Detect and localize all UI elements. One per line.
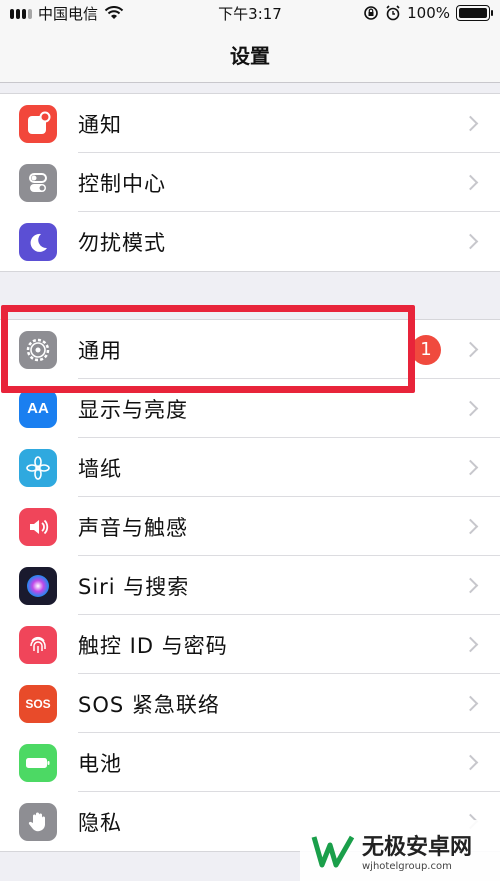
page-title: 设置 — [230, 43, 270, 68]
notification-badge: 1 — [411, 334, 441, 365]
carrier-label: 中国电信 — [38, 4, 99, 23]
chevron-right-icon — [462, 754, 479, 771]
settings-row-notifications[interactable]: 通知 — [0, 94, 500, 153]
status-bar: 中国电信 下午3:17 100% — [0, 0, 500, 26]
row-label: 控制中心 — [78, 171, 166, 196]
chevron-right-icon — [462, 459, 479, 476]
settings-group-1: 通知 控制中心 勿扰模式 — [0, 93, 500, 272]
watermark-logo-icon — [311, 835, 355, 867]
settings-group-2: 通用 1 AA 显示与亮度 墙纸 声音与触感 Siri 与搜索 触控 ID 与密… — [0, 319, 500, 852]
row-label: 电池 — [78, 751, 122, 776]
chevron-right-icon — [462, 115, 479, 132]
settings-row-siri[interactable]: Siri 与搜索 — [0, 556, 500, 615]
row-label: Siri 与搜索 — [78, 574, 190, 599]
settings-row-wallpaper[interactable]: 墙纸 — [0, 438, 500, 497]
row-label: 勿扰模式 — [78, 230, 166, 255]
watermark: 无极安卓网 wjhotelgroup.com — [300, 820, 500, 881]
battery-icon — [19, 743, 57, 782]
siri-icon — [19, 566, 57, 605]
wifi-icon — [104, 6, 124, 19]
settings-row-emergency-sos[interactable]: SOS SOS 紧急联络 — [0, 674, 500, 733]
chevron-right-icon — [462, 577, 479, 594]
control-center-icon — [19, 163, 57, 202]
watermark-url: wjhotelgroup.com — [362, 861, 452, 872]
sos-icon: SOS — [19, 684, 57, 723]
settings-row-control-center[interactable]: 控制中心 — [0, 153, 500, 212]
settings-row-sounds[interactable]: 声音与触感 — [0, 497, 500, 556]
row-label: 通用 — [78, 338, 122, 363]
chevron-right-icon — [462, 341, 479, 358]
row-label: 隐私 — [78, 810, 122, 835]
orientation-lock-icon — [364, 6, 378, 20]
chevron-right-icon — [462, 174, 479, 191]
notifications-icon — [19, 104, 57, 143]
settings-row-general[interactable]: 通用 1 — [0, 320, 500, 379]
row-label: SOS 紧急联络 — [78, 692, 220, 717]
chevron-right-icon — [462, 400, 479, 417]
hand-icon — [19, 802, 57, 841]
nav-bar: 设置 — [0, 26, 500, 83]
settings-row-display-brightness[interactable]: AA 显示与亮度 — [0, 379, 500, 438]
row-label: 显示与亮度 — [78, 397, 188, 422]
settings-row-battery[interactable]: 电池 — [0, 733, 500, 792]
watermark-title: 无极安卓网 — [362, 835, 473, 860]
chevron-right-icon — [462, 636, 479, 653]
chevron-right-icon — [462, 695, 479, 712]
battery-percent: 100% — [407, 4, 450, 22]
signal-icon — [10, 7, 32, 19]
row-label: 墙纸 — [78, 456, 122, 481]
sound-icon — [19, 507, 57, 546]
settings-row-touch-id[interactable]: 触控 ID 与密码 — [0, 615, 500, 674]
chevron-right-icon — [462, 518, 479, 535]
settings-row-do-not-disturb[interactable]: 勿扰模式 — [0, 212, 500, 271]
fingerprint-icon — [19, 625, 57, 664]
display-brightness-icon: AA — [19, 389, 57, 428]
battery-icon — [456, 5, 493, 21]
wallpaper-icon — [19, 448, 57, 487]
row-label: 声音与触感 — [78, 515, 188, 540]
chevron-right-icon — [462, 233, 479, 250]
row-label: 触控 ID 与密码 — [78, 633, 228, 658]
moon-icon — [19, 222, 57, 261]
row-label: 通知 — [78, 112, 122, 137]
gear-icon — [19, 330, 57, 369]
alarm-icon — [386, 5, 400, 21]
